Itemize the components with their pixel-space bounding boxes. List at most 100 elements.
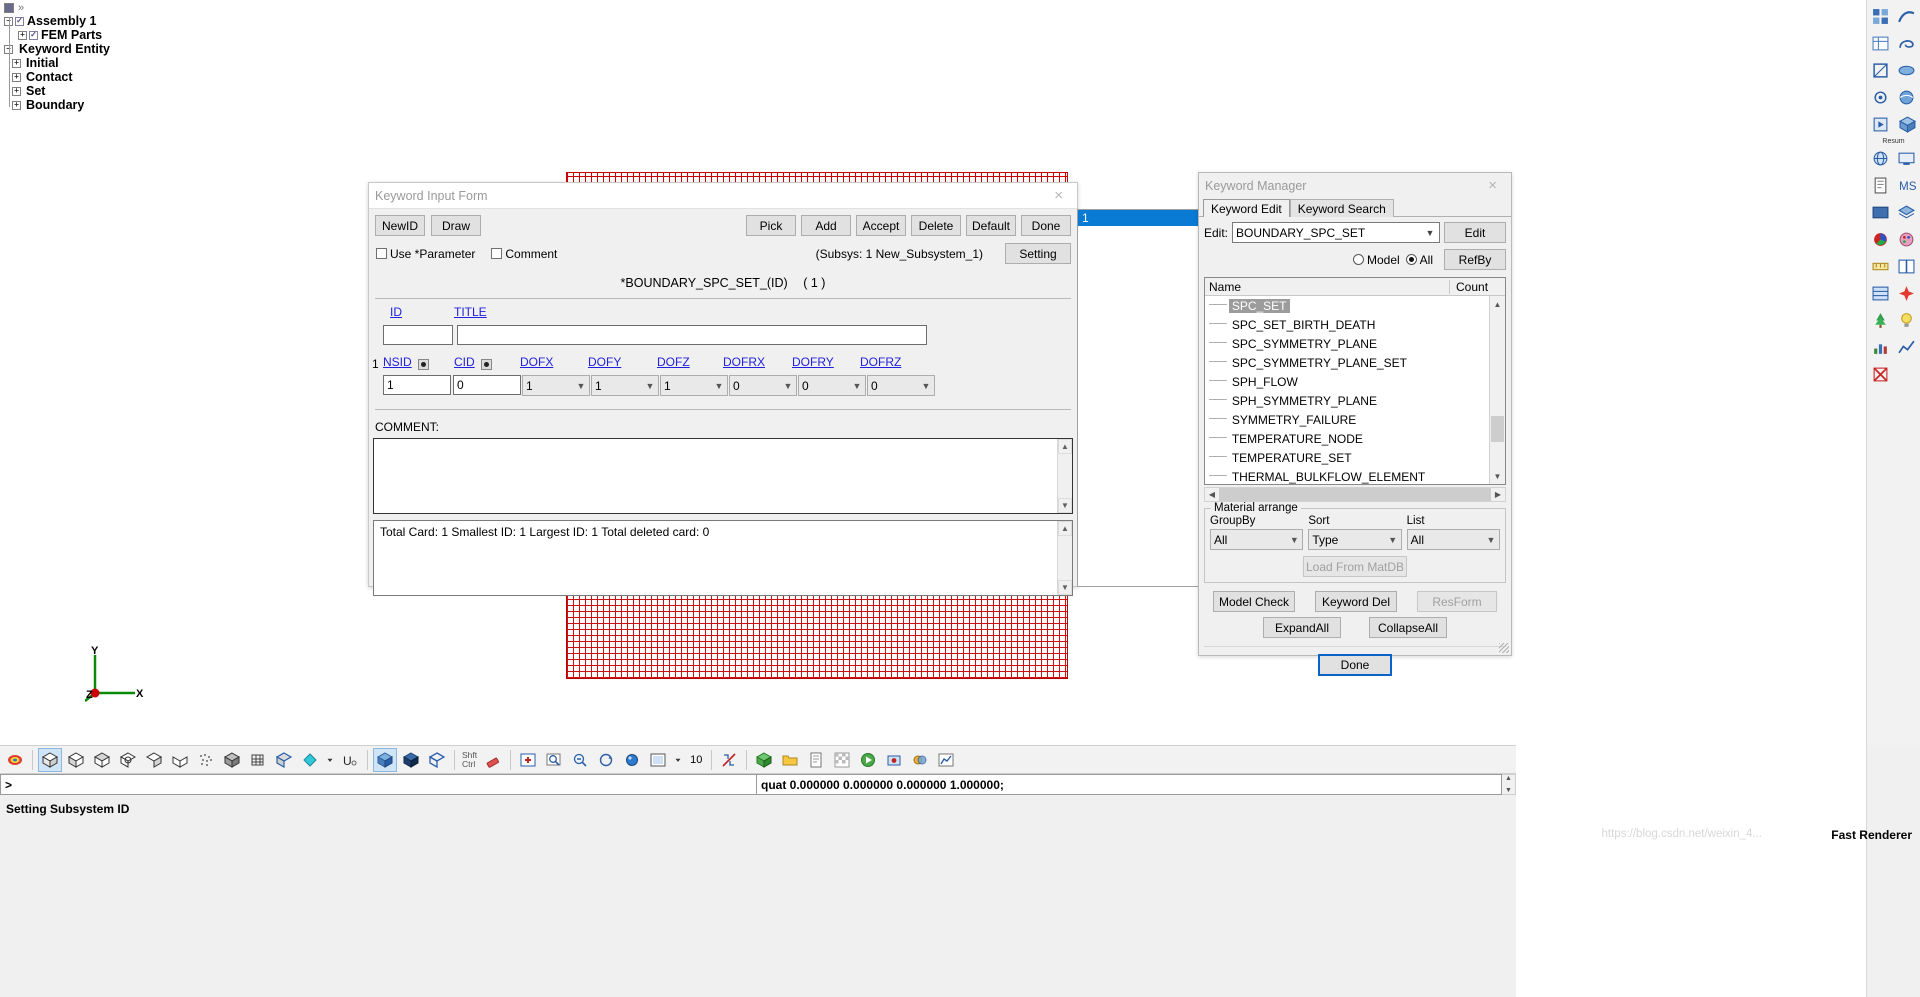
field-link-dofrx[interactable]: DOFRX [723, 355, 765, 369]
scrollbar-thumb[interactable] [1491, 416, 1504, 442]
list-item[interactable]: ─── SPC_SYMMETRY_PLANE [1205, 334, 1489, 353]
toolbar-icon-render[interactable] [908, 748, 932, 772]
load-from-matdb-button[interactable]: Load From MatDB [1303, 556, 1407, 577]
nsid-picker-icon[interactable] [418, 359, 430, 370]
toolbar-icon-sphere[interactable] [1894, 84, 1920, 111]
scroll-down-icon[interactable]: ▼ [1058, 580, 1072, 595]
toolbar-icon-spiral[interactable] [1894, 30, 1920, 57]
dofry-select[interactable]: 0 ▼ [798, 375, 866, 396]
toolbar-icon-chart[interactable] [1867, 334, 1894, 361]
toolbar-count-value[interactable]: 10 [686, 754, 706, 766]
toolbar-icon-u-tool[interactable]: U [338, 748, 362, 772]
scroll-up-icon[interactable]: ▲ [1058, 439, 1072, 454]
scroll-up-icon[interactable]: ▲ [1490, 296, 1505, 312]
toolbar-icon-document[interactable] [804, 748, 828, 772]
dofrz-select[interactable]: 0 ▼ [867, 375, 935, 396]
list-item[interactable]: ─── SPH_SYMMETRY_PLANE [1205, 391, 1489, 410]
toolbar-icon-palette[interactable] [1894, 226, 1920, 253]
chevron-down-icon[interactable]: ▼ [714, 381, 724, 391]
model-tree[interactable]: » − ✓ Assembly 1 + ✓ FEM Parts − Keyword… [0, 0, 260, 130]
pick-button[interactable]: Pick [746, 215, 796, 236]
expand-toggle-icon[interactable]: + [12, 100, 21, 110]
checkbox-icon[interactable] [491, 248, 503, 259]
scroll-up-icon[interactable]: ▲ [1505, 775, 1512, 782]
list-item[interactable]: ─── TEMPERATURE_NODE [1205, 429, 1489, 448]
toolbar-icon-node[interactable] [1867, 84, 1894, 111]
toolbar-icon-view-rotate[interactable] [116, 748, 140, 772]
toolbar-icon-globe[interactable] [1867, 145, 1894, 172]
cid-input[interactable] [453, 375, 521, 395]
radio-model[interactable]: Model [1352, 253, 1400, 267]
field-link-dofx[interactable]: DOFX [520, 355, 553, 369]
card-id-list[interactable]: 1 [1077, 209, 1199, 587]
toolbar-icon-tree[interactable] [1867, 307, 1894, 334]
field-link-dofry[interactable]: DOFRY [792, 355, 834, 369]
field-link-dofz[interactable]: DOFZ [657, 355, 690, 369]
toolbar-icon-grid-blue[interactable] [1867, 280, 1894, 307]
chevron-down-icon[interactable]: ▼ [1289, 535, 1299, 545]
checkbox-icon[interactable]: ✓ [15, 16, 24, 26]
checkbox-icon[interactable]: ✓ [29, 30, 38, 40]
toolbar-icon-burst[interactable] [1894, 280, 1920, 307]
field-link-cid[interactable]: CID [454, 355, 475, 369]
list-item[interactable]: ─── THERMAL_BULKFLOW_ELEMENT [1205, 467, 1489, 484]
tab-keyword-search[interactable]: Keyword Search [1289, 199, 1394, 217]
square-icon[interactable] [4, 3, 14, 13]
toolbar-icon-shade-dark[interactable] [399, 748, 423, 772]
field-link-dofy[interactable]: DOFY [588, 355, 621, 369]
chevron-down-icon[interactable]: ▼ [645, 381, 655, 391]
dofz-select[interactable]: 1 ▼ [660, 375, 728, 396]
radio-icon-selected[interactable] [1405, 254, 1417, 265]
tree-item-assembly-1[interactable]: − ✓ Assembly 1 [0, 14, 260, 28]
tab-keyword-edit[interactable]: Keyword Edit [1203, 199, 1290, 217]
expand-all-button[interactable]: ExpandAll [1263, 617, 1341, 638]
toolbar-icon-plot[interactable] [934, 748, 958, 772]
dofrx-select[interactable]: 0 ▼ [729, 375, 797, 396]
list-item[interactable]: ─── SPC_SYMMETRY_PLANE_SET [1205, 353, 1489, 372]
toolbar-icon-add-node[interactable] [516, 748, 540, 772]
toolbar-icon-graph[interactable] [1894, 334, 1920, 361]
resform-button[interactable]: ResForm [1417, 591, 1497, 612]
column-header-count[interactable]: Count [1449, 279, 1505, 294]
expand-toggle-icon[interactable]: + [18, 30, 27, 40]
toolbar-icon-wireframe[interactable] [246, 748, 270, 772]
scroll-down-icon[interactable]: ▼ [1058, 498, 1072, 513]
radio-icon[interactable] [1352, 254, 1364, 265]
toolbar-icon-grid-view[interactable] [1867, 3, 1894, 30]
toolbar-icon-checkerboard[interactable] [830, 748, 854, 772]
scroll-up-icon[interactable]: ▲ [1058, 521, 1072, 536]
keyword-list-items[interactable]: ─── SPC_SET ─── SPC_SET_BIRTH_DEATH ─── … [1205, 296, 1489, 484]
done-button[interactable]: Done [1021, 215, 1071, 236]
toolbar-icon-table[interactable] [1867, 30, 1894, 57]
field-link-title[interactable]: TITLE [454, 305, 487, 319]
toolbar-icon-view-front[interactable] [64, 748, 88, 772]
toolbar-icon-view-iso[interactable] [38, 747, 62, 772]
list-item[interactable]: ─── SPC_SET [1205, 296, 1489, 315]
toolbar-icon-bulb[interactable] [1894, 307, 1920, 334]
nsid-input[interactable] [383, 375, 451, 395]
list-select[interactable]: All ▼ [1406, 529, 1500, 550]
list-item[interactable]: ─── TEMPERATURE_SET [1205, 448, 1489, 467]
toolbar-icon-zoom-out[interactable] [568, 748, 592, 772]
keyword-del-button[interactable]: Keyword Del [1315, 591, 1397, 612]
toolbar-icon-rotate-view[interactable] [594, 748, 618, 772]
column-header-name[interactable]: Name [1205, 280, 1449, 294]
keyword-list-hscrollbar[interactable]: ◀ ▶ [1204, 487, 1506, 502]
close-icon[interactable]: × [1480, 178, 1505, 193]
toolbar-icon-dropdown-2[interactable] [672, 748, 684, 772]
toolbar-icon-shaded-mesh[interactable] [220, 748, 244, 772]
tree-item-boundary[interactable]: + Boundary [0, 98, 260, 112]
id-input[interactable] [383, 325, 453, 345]
list-item[interactable]: 1 [1078, 210, 1198, 226]
command-spinner[interactable]: ▲ ▼ [1502, 774, 1516, 795]
field-link-id[interactable]: ID [390, 305, 402, 319]
right-toolbar[interactable]: Resum MS [1866, 0, 1920, 745]
tree-item-keyword-entity[interactable]: − Keyword Entity [0, 42, 260, 56]
comment-textarea-wrapper[interactable]: ▲ ▼ [373, 438, 1073, 514]
chevron-down-icon[interactable]: ▼ [921, 381, 931, 391]
chevron-down-icon[interactable]: ▼ [1424, 228, 1436, 238]
comment-checkbox[interactable]: Comment [491, 247, 557, 261]
bottom-toolbar[interactable]: U Shft Ctrl 10 [0, 745, 1516, 773]
toolbar-icon-dropdown-1[interactable] [324, 748, 336, 772]
delete-button[interactable]: Delete [911, 215, 961, 236]
